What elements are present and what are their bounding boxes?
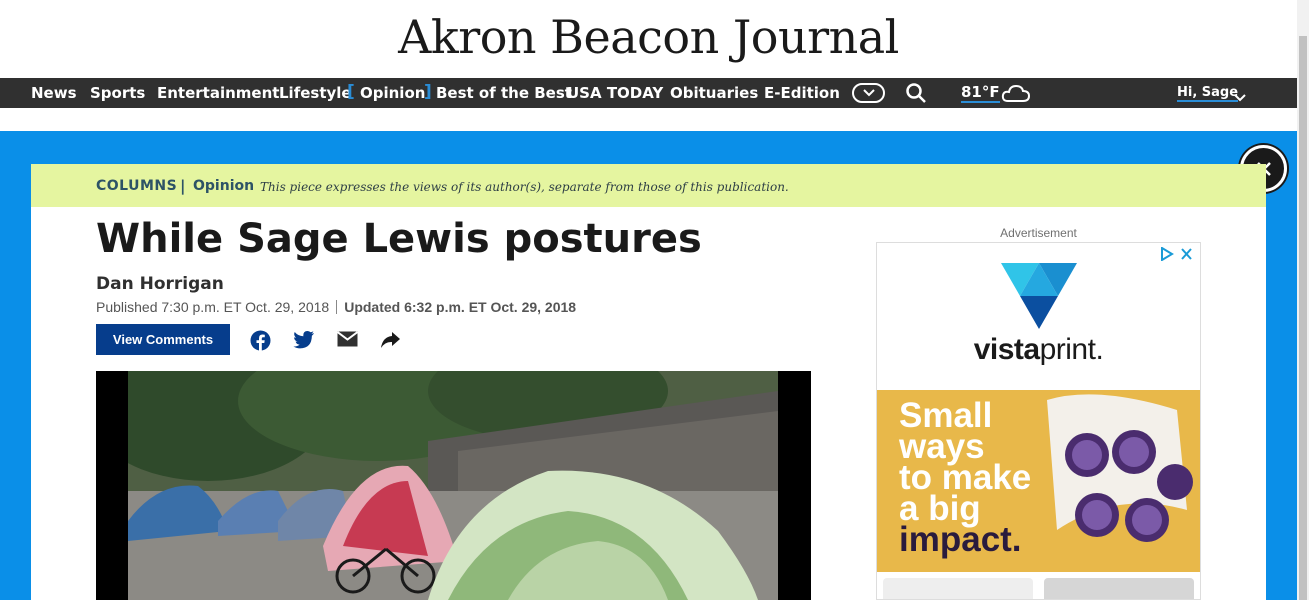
user-menu[interactable]: Hi, Sage	[1177, 86, 1239, 102]
section-separator: |	[180, 177, 186, 195]
brand-suffix: print.	[1039, 333, 1104, 366]
vistaprint-logo-icon	[1001, 263, 1077, 333]
section-columns-link[interactable]: COLUMNS	[96, 178, 177, 194]
user-chevron-icon[interactable]	[1234, 88, 1246, 107]
twitter-icon[interactable]	[293, 330, 315, 354]
ad-label: Advertisement	[1000, 226, 1077, 240]
search-icon	[906, 83, 926, 103]
published-date: Published 7:30 p.m. ET Oct. 29, 2018	[96, 299, 330, 315]
ad-choices-icon[interactable]	[1160, 246, 1194, 265]
nav-item-opinion[interactable]: Opinion	[360, 84, 425, 102]
nav-item-e-edition[interactable]: E-Edition	[764, 84, 840, 102]
nav-item-obituaries[interactable]: Obituaries	[670, 84, 758, 102]
chevron-down-icon	[863, 89, 875, 97]
nav-item-entertainment[interactable]: Entertainment	[157, 84, 279, 102]
promo-line: impact.	[899, 520, 1022, 559]
share-arrow-icon[interactable]	[380, 330, 401, 354]
ad-product-tile[interactable]	[1044, 578, 1194, 599]
view-comments-button[interactable]: View Comments	[96, 324, 230, 355]
focus-bracket-left: [	[347, 82, 355, 102]
page-scrollbar[interactable]	[1297, 0, 1309, 600]
site-logo[interactable]: Akron Beacon Journal	[0, 10, 1297, 64]
weather-temp[interactable]: 81°F	[961, 84, 1000, 103]
scrollbar-thumb[interactable]	[1299, 36, 1307, 600]
search-button[interactable]	[905, 82, 927, 108]
vistaprint-wordmark: vistaprint.	[877, 333, 1200, 367]
author-byline[interactable]: Dan Horrigan	[96, 274, 224, 294]
masthead: Akron Beacon Journal	[0, 0, 1297, 78]
nav-item-news[interactable]: News	[31, 84, 77, 102]
main-navbar: News Sports Entertainment Lifestyle [ Op…	[0, 78, 1297, 108]
email-icon[interactable]	[336, 330, 359, 352]
facebook-icon[interactable]	[250, 330, 271, 355]
nav-item-lifestyle[interactable]: Lifestyle	[279, 84, 352, 102]
ad-promo-text: Small ways to make a big impact.	[899, 398, 1031, 559]
ad-product-tile[interactable]	[883, 578, 1033, 599]
more-menu-toggle[interactable]	[852, 83, 885, 103]
sticker-roll-image	[1047, 394, 1193, 542]
cloud-icon[interactable]	[1001, 83, 1031, 107]
brand-prefix: vista	[973, 333, 1040, 366]
nav-item-best-of-the-best[interactable]: Best of the Best	[436, 84, 572, 102]
vistaprint-advertisement[interactable]: vistaprint. Small ways to make a big imp…	[876, 242, 1201, 600]
nav-item-usa-today[interactable]: USA TODAY	[567, 84, 663, 102]
article-photo[interactable]	[96, 371, 811, 600]
nav-item-sports[interactable]: Sports	[90, 84, 145, 102]
ad-promo-panel: Small ways to make a big impact.	[877, 390, 1200, 572]
section-opinion-link[interactable]: Opinion	[193, 178, 254, 194]
opinion-banner: COLUMNS | Opinion This piece expresses t…	[31, 164, 1266, 207]
ad-bottom-row	[877, 572, 1200, 599]
updated-date: Updated 6:32 p.m. ET Oct. 29, 2018	[344, 299, 577, 315]
tent-camp-photo	[128, 371, 778, 600]
article-headline: While Sage Lewis postures	[96, 216, 702, 262]
publish-info: Published 7:30 p.m. ET Oct. 29, 2018 Upda…	[96, 299, 576, 315]
date-divider	[336, 300, 338, 314]
opinion-disclaimer: This piece expresses the views of its au…	[260, 180, 789, 194]
focus-bracket-right: ]	[424, 82, 432, 102]
